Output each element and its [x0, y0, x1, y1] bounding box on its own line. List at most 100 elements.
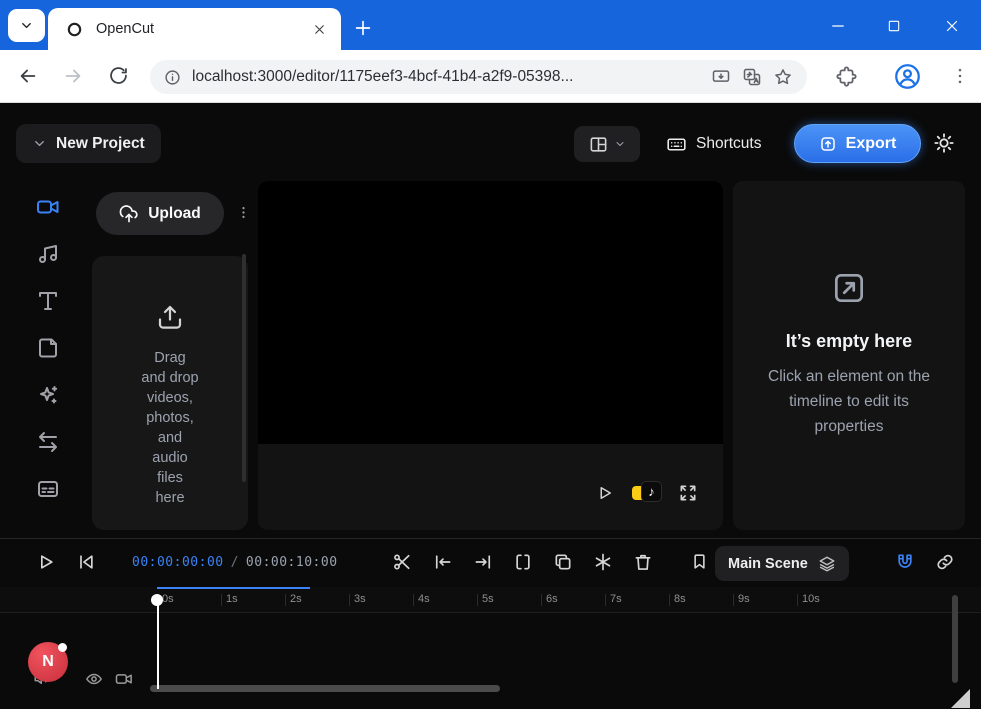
- chevron-down-icon: [614, 138, 626, 150]
- ruler-label-1s: 1s: [226, 593, 238, 605]
- tab-close-icon[interactable]: [312, 22, 327, 37]
- media-rail: [16, 181, 80, 530]
- browser-titlebar: OpenCut: [0, 0, 981, 50]
- dropzone-text: Drag and drop videos, photos, and audio …: [141, 348, 199, 508]
- profile-avatar-icon: [894, 63, 921, 90]
- shortcuts-button[interactable]: Shortcuts: [656, 126, 771, 162]
- rail-item-captions[interactable]: [36, 477, 60, 501]
- toggle-visibility-icon[interactable]: [85, 670, 103, 688]
- ruler-label-8s: 8s: [674, 593, 686, 605]
- address-bar[interactable]: localhost:3000/editor/1175eef3-4bcf-41b4…: [150, 60, 807, 94]
- freeze-frame-icon[interactable]: [593, 552, 613, 572]
- new-tab-icon[interactable]: [352, 17, 374, 39]
- extensions-icon[interactable]: [836, 66, 857, 87]
- browser-menu-icon[interactable]: [950, 66, 970, 86]
- rail-item-text[interactable]: [36, 289, 60, 313]
- browser-tab[interactable]: OpenCut: [48, 8, 341, 50]
- duplicate-icon[interactable]: [553, 552, 573, 572]
- tab-search-button[interactable]: [8, 9, 45, 42]
- scene-label: Main Scene: [728, 556, 808, 572]
- browser-toolbar: localhost:3000/editor/1175eef3-4bcf-41b4…: [0, 50, 981, 103]
- tab-title: OpenCut: [96, 21, 312, 37]
- profile-button[interactable]: [894, 63, 921, 90]
- ruler-label-5s: 5s: [482, 593, 494, 605]
- camera-track-icon[interactable]: [115, 670, 133, 688]
- empty-state-title: It’s empty here: [786, 331, 912, 352]
- site-info-icon[interactable]: [164, 69, 181, 86]
- ruler-label-2s: 2s: [290, 593, 302, 605]
- properties-panel: It’s empty here Click an element on the …: [733, 181, 965, 530]
- ruler-range-indicator: [157, 587, 310, 589]
- media-panel-scrollbar[interactable]: [242, 254, 246, 482]
- trim-end-icon[interactable]: [473, 552, 493, 572]
- timeline-horizontal-scrollbar[interactable]: [150, 685, 500, 692]
- rail-item-transitions[interactable]: [36, 430, 60, 454]
- avatar-initial: N: [42, 653, 54, 671]
- fullscreen-icon[interactable]: [678, 483, 698, 503]
- project-name-menu[interactable]: New Project: [16, 124, 161, 163]
- upload-tray-icon: [155, 302, 185, 332]
- send-to-device-icon[interactable]: [711, 67, 731, 87]
- minimize-icon: [829, 17, 847, 35]
- reload-icon[interactable]: [108, 65, 129, 86]
- bookmark-icon[interactable]: [690, 552, 709, 571]
- ruler-label-10s: 10s: [802, 593, 820, 605]
- scene-selector[interactable]: Main Scene: [715, 546, 849, 581]
- layout-preset-dropdown[interactable]: [574, 126, 640, 162]
- media-dropzone[interactable]: Drag and drop videos, photos, and audio …: [92, 256, 248, 530]
- preview-panel: ♪: [258, 181, 723, 530]
- tiktok-icon: ♪: [641, 481, 662, 502]
- forward-icon[interactable]: [62, 65, 84, 87]
- window-minimize-button[interactable]: [816, 14, 860, 38]
- ruler-label-7s: 7s: [610, 593, 622, 605]
- skip-to-start-icon[interactable]: [76, 552, 96, 572]
- trim-start-icon[interactable]: [433, 552, 453, 572]
- rail-item-audio[interactable]: [36, 242, 60, 266]
- window-close-button[interactable]: [930, 14, 974, 38]
- resize-grip[interactable]: [951, 689, 970, 708]
- preview-play-icon[interactable]: [596, 484, 614, 502]
- bookmark-star-icon[interactable]: [773, 67, 793, 87]
- keyboard-icon: [666, 134, 687, 155]
- current-time: 00:00:00:00: [132, 555, 224, 570]
- magnet-snap-icon[interactable]: [895, 552, 915, 572]
- media-options-icon[interactable]: [236, 205, 251, 220]
- playhead-handle[interactable]: [151, 594, 163, 606]
- shortcuts-label: Shortcuts: [696, 135, 761, 153]
- ruler-label-6s: 6s: [546, 593, 558, 605]
- sticker-icon: [36, 336, 60, 360]
- delete-icon[interactable]: [633, 552, 653, 572]
- layers-icon: [818, 555, 836, 573]
- video-preview[interactable]: [258, 181, 723, 444]
- play-icon[interactable]: [36, 552, 56, 572]
- timeline-ruler[interactable]: 0s1s2s3s4s5s6s7s8s9s10s: [0, 587, 981, 613]
- upload-label: Upload: [148, 205, 201, 223]
- upload-button[interactable]: Upload: [96, 192, 224, 235]
- rail-item-effects[interactable]: [36, 383, 60, 407]
- media-panel: Upload Drag and drop videos, photos, and…: [92, 181, 248, 530]
- rail-item-media[interactable]: [36, 195, 60, 219]
- window-maximize-button[interactable]: [872, 14, 916, 38]
- export-button[interactable]: Export: [794, 124, 921, 163]
- maximize-icon: [886, 18, 902, 34]
- upload-cloud-icon: [119, 204, 139, 224]
- music-note-icon: [36, 242, 60, 266]
- platform-preview-button[interactable]: ♪: [632, 480, 664, 504]
- back-icon[interactable]: [17, 65, 39, 87]
- layout-panels-icon: [589, 135, 608, 154]
- export-label: Export: [846, 135, 897, 153]
- split-scissors-icon[interactable]: [392, 552, 412, 572]
- split-element-icon[interactable]: [513, 552, 533, 572]
- total-duration: 00:00:10:00: [246, 555, 338, 570]
- translate-icon[interactable]: [742, 67, 762, 87]
- arrows-left-right-icon: [36, 430, 60, 454]
- rail-item-stickers[interactable]: [36, 336, 60, 360]
- export-icon: [819, 135, 837, 153]
- link-icon[interactable]: [935, 552, 955, 572]
- empty-state-icon: [830, 269, 868, 307]
- text-icon: [36, 289, 60, 313]
- url-text[interactable]: localhost:3000/editor/1175eef3-4bcf-41b4…: [192, 68, 700, 86]
- timeline-vertical-scrollbar[interactable]: [952, 595, 958, 683]
- theme-toggle-icon[interactable]: [933, 132, 955, 154]
- opencut-favicon: [66, 21, 83, 38]
